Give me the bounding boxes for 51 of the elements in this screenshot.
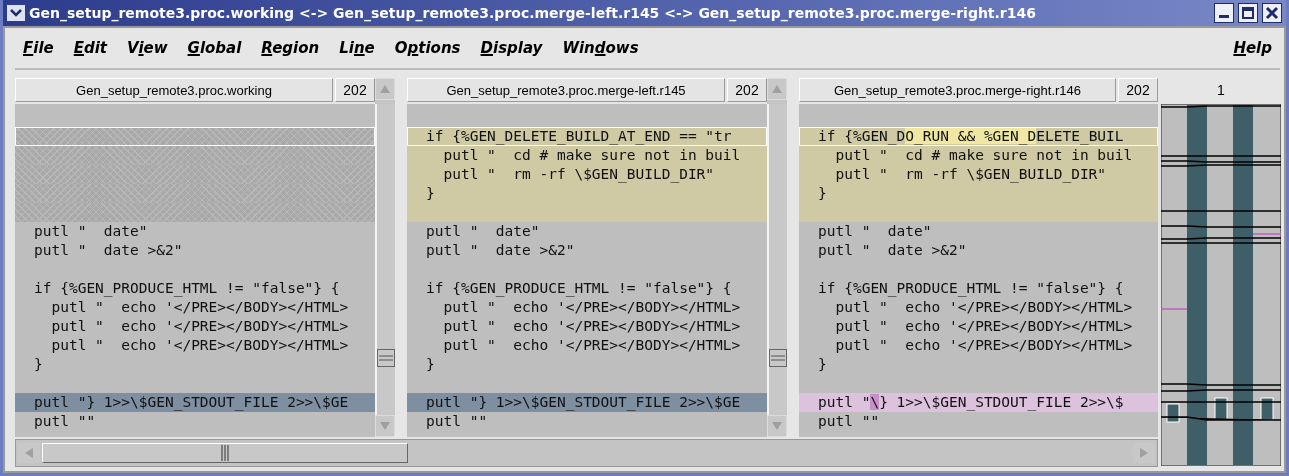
file-name-label: Gen_setup_remote3.proc.merge-right.r146 bbox=[799, 78, 1116, 102]
line-count-label: 202 bbox=[335, 78, 375, 102]
help-menu[interactable]: Help bbox=[1225, 37, 1280, 59]
scroll-up-icon[interactable] bbox=[375, 78, 395, 100]
menu-item[interactable]: Windows bbox=[554, 37, 647, 59]
line-count-label: 202 bbox=[727, 78, 767, 102]
code-line: putl "" bbox=[817, 412, 881, 431]
menu-item[interactable]: Region bbox=[253, 37, 328, 59]
code-line: putl " date >&2" bbox=[33, 241, 184, 260]
code-line: putl " date" bbox=[425, 222, 541, 241]
diff-map-drawing[interactable] bbox=[1161, 104, 1281, 466]
code-line: if {%GEN_PRODUCE_HTML != "false"} { bbox=[425, 279, 733, 298]
code-line: putl " echo '</PRE></BODY></HTML> bbox=[834, 298, 1134, 317]
menu-item[interactable]: View bbox=[119, 37, 176, 59]
code-line: putl " echo '</PRE></BODY></HTML> bbox=[834, 336, 1134, 355]
code-line: putl " date >&2" bbox=[425, 241, 576, 260]
line-count-label: 202 bbox=[1118, 78, 1158, 102]
code-line: putl " echo '</PRE></BODY></HTML> bbox=[50, 336, 350, 355]
code-line: } bbox=[425, 355, 436, 374]
code-line: putl " echo '</PRE></BODY></HTML> bbox=[442, 336, 742, 355]
code-line: putl " echo '</PRE></BODY></HTML> bbox=[442, 317, 742, 336]
code-line: putl "" bbox=[33, 412, 97, 431]
code-line: putl " date >&2" bbox=[817, 241, 968, 260]
code-line: putl " echo '</PRE></BODY></HTML> bbox=[50, 298, 350, 317]
minimize-icon[interactable] bbox=[1214, 3, 1234, 23]
file-name-label: Gen_setup_remote3.proc.working bbox=[15, 78, 333, 102]
close-icon[interactable] bbox=[1262, 3, 1282, 23]
code-line: putl " echo '</PRE></BODY></HTML> bbox=[834, 317, 1134, 336]
code-line: if {%GEN_PRODUCE_HTML != "false"} { bbox=[33, 279, 341, 298]
code-line: putl "" bbox=[425, 412, 489, 431]
code-line: putl " date" bbox=[33, 222, 149, 241]
maximize-icon[interactable] bbox=[1238, 3, 1258, 23]
map-label: 1 bbox=[1216, 81, 1226, 100]
code-line: if {%GEN_PRODUCE_HTML != "false"} { bbox=[817, 279, 1125, 298]
menu-item[interactable]: Line bbox=[331, 37, 383, 59]
scroll-down-icon[interactable] bbox=[767, 415, 787, 438]
code-line: putl " date" bbox=[817, 222, 933, 241]
scroll-up-icon[interactable] bbox=[767, 78, 787, 100]
menu-item[interactable]: File bbox=[15, 37, 62, 59]
menu-item[interactable]: Global bbox=[179, 37, 250, 59]
code-line: putl " echo '</PRE></BODY></HTML> bbox=[50, 317, 350, 336]
menu-item[interactable]: Display bbox=[472, 37, 551, 59]
window-title: Gen_setup_remote3.proc.working <-> Gen_setup_remote3.proc.merge-left.r145 <-> Gen_setup_remote3.proc.merge-right.r146 bbox=[29, 5, 1036, 21]
menu-item[interactable]: Options bbox=[386, 37, 469, 59]
code-line: putl " echo '</PRE></BODY></HTML> bbox=[442, 298, 742, 317]
file-name-label: Gen_setup_remote3.proc.merge-left.r145 bbox=[407, 78, 725, 102]
scroll-down-icon[interactable] bbox=[375, 415, 395, 438]
menu-item[interactable]: Edit bbox=[65, 37, 116, 59]
code-line: } bbox=[817, 355, 828, 374]
code-line: } bbox=[33, 355, 44, 374]
chevron-down-icon[interactable] bbox=[7, 5, 25, 21]
